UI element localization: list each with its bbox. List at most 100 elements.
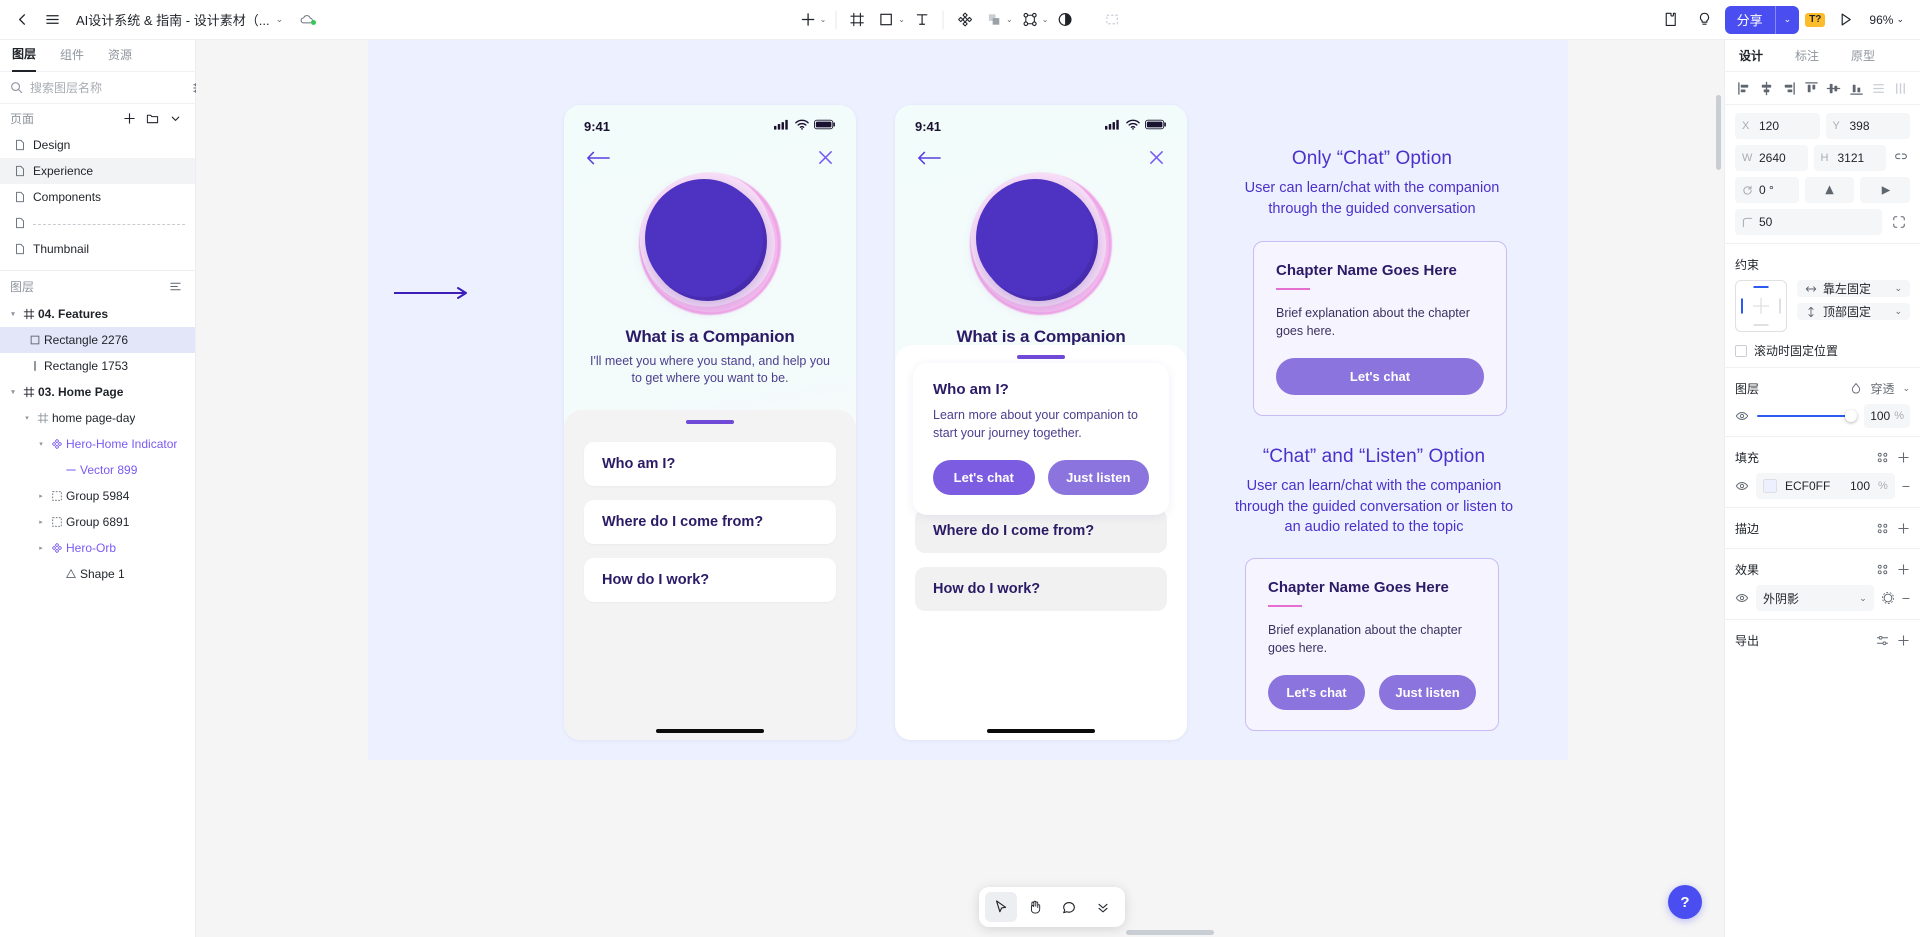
share-dropdown-caret[interactable]: ⌄ (1776, 6, 1800, 34)
page-item-experience[interactable]: Experience (0, 158, 195, 184)
who-am-i-card[interactable]: Who am I? Learn more about your companio… (913, 363, 1169, 515)
boolean-tool[interactable] (980, 6, 1008, 34)
layer-row[interactable]: Rectangle 2276 (0, 327, 195, 353)
flip-horizontal-icon[interactable] (1860, 177, 1911, 203)
layer-row[interactable]: ▸ Hero-Orb (0, 535, 195, 561)
vector-tool[interactable] (1016, 6, 1044, 34)
page-item-divider[interactable] (0, 210, 195, 236)
layer-options-icon[interactable] (165, 276, 185, 296)
search-input[interactable] (30, 80, 185, 95)
more-tools[interactable] (1087, 892, 1119, 922)
canvas-vertical-scrollbar[interactable] (1716, 95, 1721, 170)
chat-option[interactable]: Where do I come from? (915, 509, 1167, 553)
chevron-down-icon[interactable]: ▾ (6, 310, 20, 318)
align-left-icon[interactable] (1735, 79, 1753, 97)
layer-row[interactable]: ▸ Group 5984 (0, 483, 195, 509)
translate-badge[interactable]: T? (1805, 12, 1826, 27)
eye-icon[interactable] (1735, 409, 1749, 423)
y-position-field[interactable]: Y 398 (1825, 113, 1910, 139)
lets-chat-button[interactable]: Let's chat (1268, 675, 1365, 711)
layer-row[interactable]: ▾ home page-day (0, 405, 195, 431)
width-field[interactable]: W 2640 (1735, 145, 1808, 171)
design-canvas[interactable]: 9:41 What is a Companion I'll meet you w… (196, 40, 1724, 937)
comment-tool[interactable] (1053, 892, 1085, 922)
layer-row[interactable]: ▾ Hero-Home Indicator (0, 431, 195, 457)
chevron-right-icon[interactable]: ▸ (34, 544, 48, 552)
rotation-field[interactable]: 0 ° (1735, 177, 1799, 203)
chevron-right-icon[interactable]: ▸ (34, 492, 48, 500)
layer-row[interactable]: Rectangle 1753 (0, 353, 195, 379)
close-icon[interactable] (1148, 149, 1165, 171)
shape-tool-caret[interactable]: ⌄ (898, 15, 905, 24)
tab-annotate[interactable]: 标注 (1795, 47, 1819, 64)
page-item-components[interactable]: Components (0, 184, 195, 210)
layer-row[interactable]: ▾ 03. Home Page (0, 379, 195, 405)
mask-tool[interactable] (1051, 6, 1079, 34)
tab-components[interactable]: 组件 (60, 40, 84, 71)
add-effect-button[interactable] (1897, 563, 1910, 576)
canvas-horizontal-scrollbar[interactable] (1126, 930, 1214, 935)
style-library-icon[interactable] (1876, 522, 1889, 535)
opacity-field[interactable]: 100 % (1864, 404, 1910, 428)
remove-fill-button[interactable]: − (1902, 479, 1910, 493)
page-item-design[interactable]: Design (0, 132, 195, 158)
new-folder-button[interactable] (142, 108, 162, 128)
back-button[interactable] (8, 6, 36, 34)
fill-color-chip[interactable]: ECF0FF 100 % (1756, 473, 1895, 499)
add-export-button[interactable] (1897, 634, 1910, 647)
eye-icon[interactable] (1735, 591, 1749, 605)
vector-tool-caret[interactable]: ⌄ (1042, 15, 1049, 24)
zoom-control[interactable]: 96% ⌄ (1865, 13, 1908, 27)
chat-option[interactable]: How do I work? (915, 567, 1167, 611)
chat-option[interactable]: Who am I? (584, 442, 836, 486)
vertical-constraint-select[interactable]: 顶部固定 ⌄ (1797, 303, 1910, 320)
align-vertical-center-icon[interactable] (1825, 79, 1843, 97)
cursor-tool[interactable] (985, 892, 1017, 922)
chevron-down-icon[interactable]: ▾ (6, 388, 20, 396)
x-position-field[interactable]: X 120 (1735, 113, 1820, 139)
add-fill-button[interactable] (1897, 451, 1910, 464)
title-dropdown-caret[interactable]: ⌄ (276, 14, 284, 25)
layer-row[interactable]: ▸ Group 6891 (0, 509, 195, 535)
boolean-tool-caret[interactable]: ⌄ (1006, 15, 1013, 24)
chat-option[interactable]: Where do I come from? (584, 500, 836, 544)
chevron-down-icon[interactable]: ⌄ (1902, 383, 1910, 394)
add-page-button[interactable] (119, 108, 139, 128)
add-stroke-button[interactable] (1897, 522, 1910, 535)
link-ratio-icon[interactable] (1892, 145, 1910, 171)
align-top-icon[interactable] (1802, 79, 1820, 97)
style-library-icon[interactable] (1876, 563, 1889, 576)
blend-mode-icon[interactable] (1850, 382, 1862, 394)
horizontal-constraint-select[interactable]: 靠左固定 ⌄ (1797, 280, 1910, 297)
slice-tool[interactable] (1098, 6, 1126, 34)
arrow-left-icon[interactable] (917, 150, 941, 171)
fixed-on-scroll-checkbox[interactable] (1735, 344, 1747, 357)
align-bottom-icon[interactable] (1847, 79, 1865, 97)
lets-chat-button[interactable]: Let's chat (1276, 358, 1484, 396)
layer-row[interactable]: Shape 1 (0, 561, 195, 587)
align-horizontal-center-icon[interactable] (1757, 79, 1775, 97)
tab-prototype[interactable]: 原型 (1851, 47, 1875, 64)
constraint-diagram[interactable] (1735, 280, 1787, 332)
just-listen-button[interactable]: Just listen (1379, 675, 1476, 711)
add-tool[interactable] (794, 6, 822, 34)
add-tool-caret[interactable]: ⌄ (820, 15, 827, 24)
sheet-grab-handle[interactable] (686, 420, 734, 424)
blend-mode-value[interactable]: 穿透 (1870, 380, 1894, 397)
component-tool[interactable] (951, 6, 979, 34)
opacity-slider[interactable] (1757, 409, 1858, 423)
corner-radius-field[interactable]: 50 (1735, 209, 1882, 235)
collapse-pages-button[interactable] (165, 108, 185, 128)
lightbulb-icon[interactable] (1691, 6, 1719, 34)
chat-option[interactable]: How do I work? (584, 558, 836, 602)
share-button[interactable]: 分享 ⌄ (1724, 5, 1800, 34)
present-play-icon[interactable] (1831, 6, 1859, 34)
phone-mockup-2[interactable]: 9:41 What is a Companion Where do I come… (895, 105, 1187, 740)
flip-vertical-icon[interactable] (1804, 177, 1855, 203)
chapter-card-2[interactable]: Chapter Name Goes Here Brief explanation… (1245, 558, 1499, 732)
distribute-vertical-icon[interactable] (1870, 79, 1888, 97)
help-button[interactable]: ? (1668, 885, 1702, 919)
effect-type-select[interactable]: 外阴影 ⌄ (1756, 585, 1874, 611)
distribute-horizontal-icon[interactable] (1892, 79, 1910, 97)
chapter-card-1[interactable]: Chapter Name Goes Here Brief explanation… (1253, 241, 1507, 417)
